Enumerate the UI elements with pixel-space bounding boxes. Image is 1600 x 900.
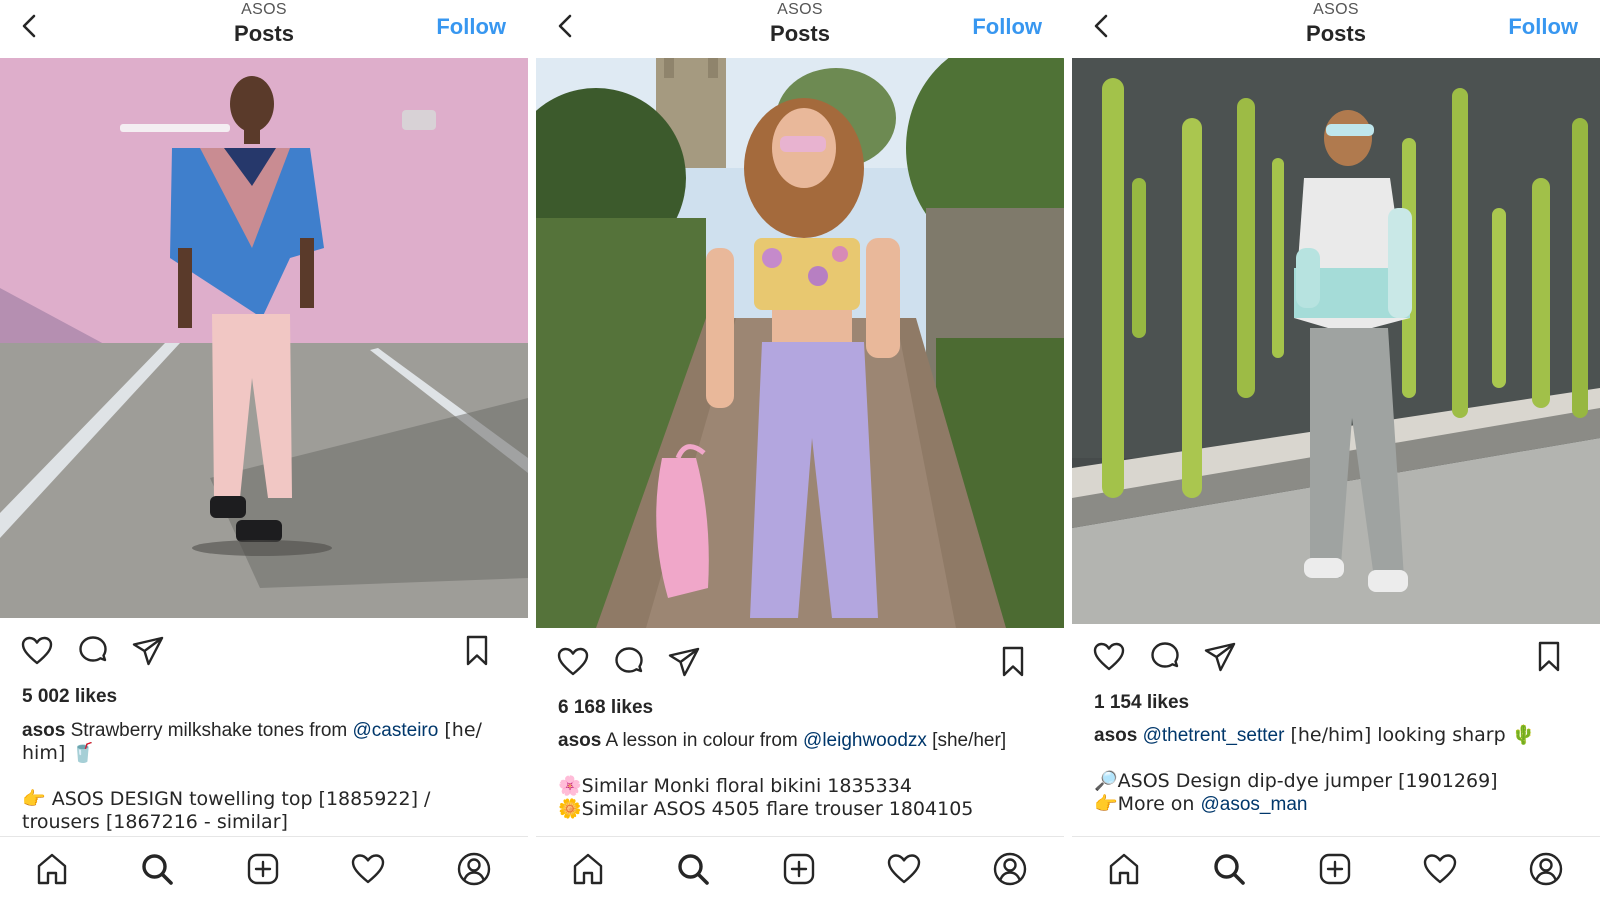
search-icon[interactable] <box>1211 851 1247 887</box>
bookmark-icon[interactable] <box>460 634 494 668</box>
follow-button[interactable]: Follow <box>436 14 506 40</box>
comment-icon[interactable] <box>612 645 646 679</box>
post-panel-1: ASOS Posts Follow 5 002 likes asos Straw… <box>0 0 528 900</box>
post-actions-bar <box>536 639 1064 687</box>
activity-heart-icon[interactable] <box>1422 851 1458 887</box>
comment-icon[interactable] <box>76 634 110 668</box>
bottom-nav <box>536 836 1064 900</box>
bottom-nav <box>1072 836 1600 900</box>
post-header: ASOS Posts Follow <box>536 0 1064 58</box>
caption-mention[interactable]: @thetrent_setter <box>1143 725 1285 746</box>
post-image[interactable] <box>0 58 528 618</box>
profile-icon[interactable] <box>992 851 1028 887</box>
activity-heart-icon[interactable] <box>350 851 386 887</box>
bookmark-icon[interactable] <box>996 645 1030 679</box>
heart-icon[interactable] <box>1092 640 1126 674</box>
post-actions-bar <box>1072 634 1600 682</box>
bookmark-icon[interactable] <box>1532 640 1566 674</box>
add-post-icon[interactable] <box>245 851 281 887</box>
post-caption: asos Strawberry milkshake tones from @ca… <box>22 719 512 834</box>
post-image[interactable] <box>536 58 1064 628</box>
bottom-nav <box>0 836 528 900</box>
caption-product-line: 🌸Similar Monki floral bikini 1835334 <box>558 775 912 797</box>
caption-product-line-2: 🌼Similar ASOS 4505 flare trouser 1804105 <box>558 798 974 820</box>
likes-count[interactable]: 6 168 likes <box>558 697 653 719</box>
caption-username[interactable]: asos <box>22 720 65 741</box>
caption-product-line: 🔎ASOS Design dip-dye jumper [1901269] <box>1094 770 1498 792</box>
likes-count[interactable]: 1 154 likes <box>1094 692 1189 714</box>
caption-product-line: 👉 ASOS DESIGN towelling top [1885922] / … <box>22 788 431 833</box>
follow-button[interactable]: Follow <box>972 14 1042 40</box>
caption-more-prefix: 👉More on <box>1094 793 1201 815</box>
share-icon[interactable] <box>1203 640 1237 674</box>
caption-username[interactable]: asos <box>558 730 601 751</box>
share-icon[interactable] <box>667 645 701 679</box>
profile-icon[interactable] <box>456 851 492 887</box>
share-icon[interactable] <box>131 634 165 668</box>
activity-heart-icon[interactable] <box>886 851 922 887</box>
caption-text-after: [she/her] <box>926 730 1007 751</box>
post-image[interactable] <box>1072 58 1600 624</box>
post-caption: asos @thetrent_setter [he/him] looking s… <box>1094 724 1584 816</box>
home-icon[interactable] <box>570 851 606 887</box>
search-icon[interactable] <box>675 851 711 887</box>
add-post-icon[interactable] <box>1317 851 1353 887</box>
likes-count[interactable]: 5 002 likes <box>22 686 117 708</box>
caption-text-after: [he/him] looking sharp 🌵 <box>1284 724 1536 746</box>
post-caption: asos A lesson in colour from @leighwoodz… <box>558 729 1048 821</box>
post-panel-2: ASOS Posts Follow 6 168 likes asos A les… <box>536 0 1064 900</box>
post-header: ASOS Posts Follow <box>0 0 528 58</box>
profile-icon[interactable] <box>1528 851 1564 887</box>
heart-icon[interactable] <box>20 634 54 668</box>
caption-more-line: 👉More on @asos_man <box>1094 793 1584 816</box>
caption-text: Strawberry milkshake tones from <box>70 720 353 741</box>
post-actions-bar <box>0 628 528 676</box>
home-icon[interactable] <box>34 851 70 887</box>
caption-mention[interactable]: @leighwoodzx <box>803 730 927 751</box>
caption-text: A lesson in colour from <box>605 730 804 751</box>
home-icon[interactable] <box>1106 851 1142 887</box>
heart-icon[interactable] <box>556 645 590 679</box>
caption-username[interactable]: asos <box>1094 725 1137 746</box>
comment-icon[interactable] <box>1148 640 1182 674</box>
caption-more-mention[interactable]: @asos_man <box>1201 794 1308 815</box>
post-panel-3: ASOS Posts Follow 1 154 likes asos @thet… <box>1072 0 1600 900</box>
follow-button[interactable]: Follow <box>1508 14 1578 40</box>
post-header: ASOS Posts Follow <box>1072 0 1600 58</box>
add-post-icon[interactable] <box>781 851 817 887</box>
caption-mention[interactable]: @casteiro <box>353 720 439 741</box>
search-icon[interactable] <box>139 851 175 887</box>
